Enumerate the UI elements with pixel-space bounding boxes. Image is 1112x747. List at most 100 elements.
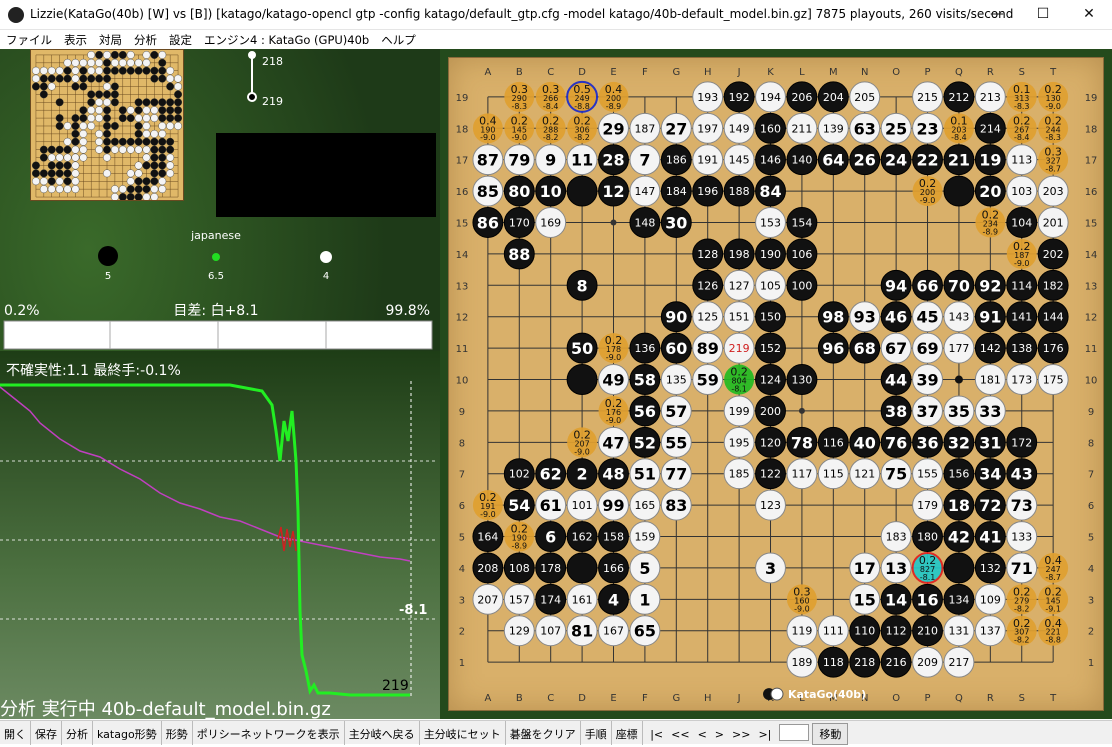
menu-game[interactable]: 対局 (93, 30, 128, 48)
mini-white-stone (142, 50, 151, 59)
move-order-button[interactable]: 手順 (581, 721, 612, 745)
mini-black-stone (134, 193, 143, 200)
row-label: 14 (1085, 250, 1098, 261)
winrate-graph[interactable]: 不確実性:1.1 最終手:-0.1% -8.1 219 (0, 351, 440, 719)
candidate-score: -9.0 (480, 510, 496, 519)
move-number: 136 (634, 342, 655, 355)
coords-button[interactable]: 座標 (612, 721, 643, 745)
menu-analysis[interactable]: 分析 (128, 30, 163, 48)
mini-black-stone (126, 193, 135, 200)
move-number: 42 (948, 528, 970, 547)
move-number: 189 (791, 656, 812, 669)
move-number: 148 (634, 216, 655, 229)
mini-white-stone (142, 193, 151, 200)
row-label: 3 (1088, 595, 1094, 606)
mini-black-stone (158, 161, 167, 170)
mini-black-stone (158, 137, 167, 146)
move-number: 73 (1011, 496, 1033, 515)
set-main-button[interactable]: 主分岐にセット (420, 721, 506, 745)
black-stone[interactable] (943, 552, 975, 584)
menu-engine[interactable]: エンジン4 : KataGo (GPU)40b (198, 30, 375, 48)
move-number: 218 (854, 656, 875, 669)
mini-white-stone (158, 122, 167, 130)
nav-back-button[interactable]: < (694, 723, 711, 747)
move-number: 160 (760, 122, 781, 135)
mini-white-stone (110, 145, 119, 154)
mini-white-stone (47, 185, 56, 194)
black-stone[interactable] (566, 175, 598, 207)
move-number: 6 (545, 528, 556, 547)
move-number: 206 (791, 91, 812, 104)
move-number: 196 (697, 185, 718, 198)
move-number: 50 (571, 339, 593, 358)
move-number: 68 (854, 339, 876, 358)
close-button[interactable]: ✕ (1066, 0, 1112, 30)
mini-black-stone (150, 50, 159, 59)
open-button[interactable]: 開く (0, 721, 31, 745)
mini-white-stone (142, 153, 151, 162)
nav-forward10-button[interactable]: >> (728, 723, 754, 747)
menu-file[interactable]: ファイル (0, 30, 58, 48)
move-number: 173 (1011, 374, 1032, 387)
move-number: 75 (885, 465, 907, 484)
nav-forward-button[interactable]: > (711, 723, 728, 747)
mini-black-stone (63, 177, 72, 186)
analyze-button[interactable]: 分析 (62, 721, 93, 745)
save-button[interactable]: 保存 (31, 721, 62, 745)
variation-node[interactable] (248, 51, 256, 59)
mini-black-stone (71, 114, 80, 123)
variation-tree[interactable]: 218 219 (216, 49, 436, 133)
mini-black-stone (126, 137, 135, 146)
mini-white-stone (166, 74, 175, 83)
move-number: 41 (979, 528, 1001, 547)
variation-node-current[interactable] (247, 92, 257, 102)
mini-white-stone (166, 161, 175, 170)
black-winrate: 0.2% (4, 303, 40, 319)
move-number: 174 (540, 593, 561, 606)
minimize-button[interactable]: — (974, 0, 1020, 30)
black-stone[interactable] (566, 364, 598, 395)
row-label: 15 (456, 218, 469, 229)
move-number: 122 (760, 468, 781, 481)
goto-move-button[interactable]: 移動 (812, 723, 849, 745)
nav-back10-button[interactable]: << (667, 723, 693, 747)
mini-black-stone (142, 161, 151, 170)
move-number-input[interactable] (778, 724, 809, 741)
mini-white-stone (95, 114, 104, 123)
show-policy-button[interactable]: ポリシーネットワークを表示 (193, 721, 345, 745)
mini-black-stone (134, 129, 143, 138)
back-to-main-button[interactable]: 主分岐へ戻る (345, 721, 420, 745)
nav-first-button[interactable]: |< (646, 723, 667, 747)
menu-help[interactable]: ヘルプ (375, 30, 422, 48)
mini-black-stone (134, 137, 143, 146)
nav-last-button[interactable]: >| (754, 723, 775, 747)
go-board[interactable]: AABBCCDDEEFFGGHHJJKKLLMMNNOOPPQQRRSSTT19… (448, 57, 1104, 711)
move-number: 215 (917, 91, 938, 104)
clear-board-button[interactable]: 碁盤をクリア (506, 721, 581, 745)
move-number: 12 (602, 182, 624, 201)
maximize-button[interactable]: ☐ (1020, 0, 1066, 30)
column-label: H (704, 67, 711, 78)
mini-white-stone (71, 185, 80, 194)
move-number: 200 (760, 405, 781, 418)
mini-white-stone (103, 98, 111, 107)
mini-board[interactable] (30, 49, 184, 201)
variation-label: 219 (262, 95, 283, 108)
mini-black-stone (103, 129, 111, 138)
candidate-score: -9.0 (794, 604, 810, 613)
mini-white-stone (95, 66, 104, 75)
move-number: 31 (979, 433, 1001, 452)
black-stone[interactable] (566, 552, 598, 584)
row-label: 11 (456, 344, 469, 355)
menu-view[interactable]: 表示 (58, 30, 93, 48)
move-number: 107 (540, 625, 561, 638)
column-label: C (547, 693, 554, 704)
estimate-button[interactable]: 形勢 (162, 721, 193, 745)
menu-settings[interactable]: 設定 (163, 30, 198, 48)
score-lead: 目差: 白+8.1 (173, 303, 258, 319)
katago-estimate-button[interactable]: katago形勢 (93, 721, 162, 745)
move-number: 96 (822, 339, 844, 358)
column-label: J (737, 67, 741, 78)
black-stone[interactable] (943, 175, 975, 207)
column-label: E (610, 67, 616, 78)
